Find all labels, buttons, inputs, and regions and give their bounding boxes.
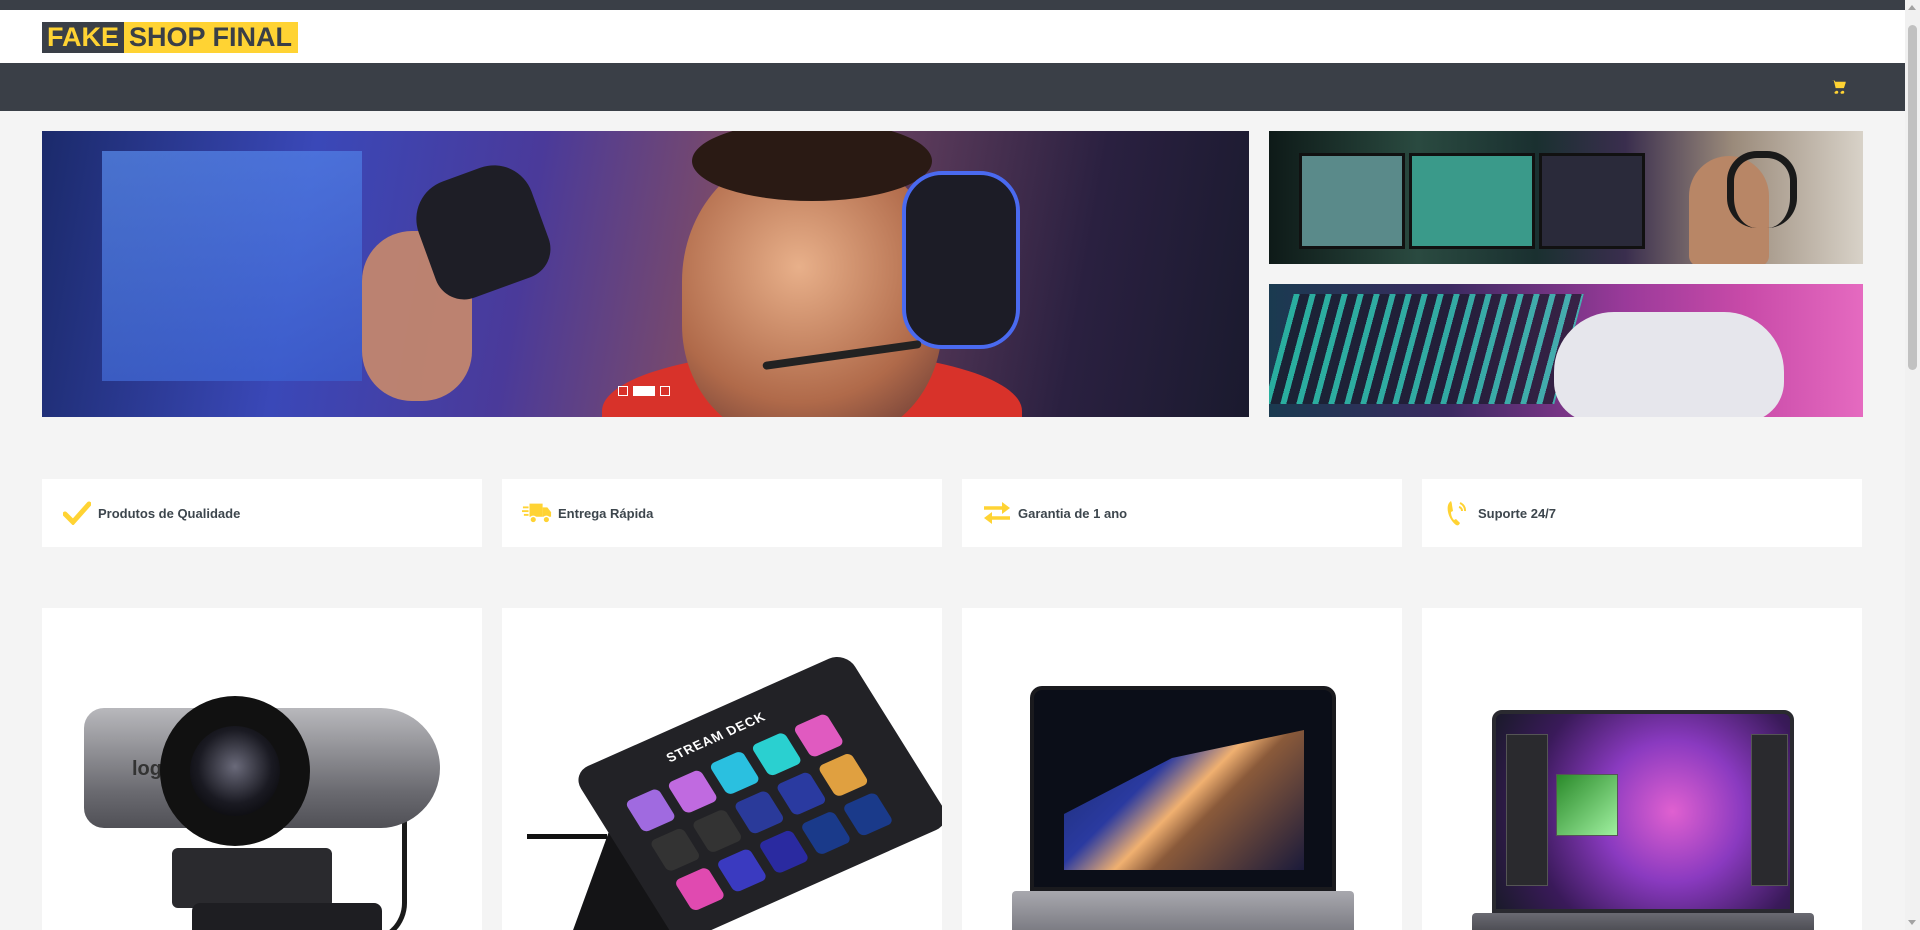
logo-part-fake: FAKE [42, 22, 125, 53]
feature-label: Entrega Rápida [558, 505, 654, 521]
feature-delivery: Entrega Rápida [502, 479, 942, 547]
feature-support: Suporte 24/7 [1422, 479, 1862, 547]
stream-deck-cable [527, 834, 607, 839]
features-row: Produtos de Qualidade Entrega Rápida Gar… [42, 479, 1862, 547]
webcam-stand [192, 903, 382, 930]
editor-panel [1751, 734, 1788, 886]
hero-background-window [102, 151, 362, 381]
keyboard-image [1269, 294, 1584, 404]
hero-headset-image [902, 171, 1020, 349]
product-card-stream-deck[interactable]: STREAM DECK [502, 608, 942, 930]
laptop-creative-image [1492, 710, 1794, 913]
feature-label: Suporte 24/7 [1478, 505, 1557, 521]
laptop-wallpaper [1064, 730, 1304, 870]
webcam-lens [190, 726, 280, 816]
carousel-dot-2[interactable] [633, 386, 655, 396]
feature-quality: Produtos de Qualidade [42, 479, 482, 547]
carousel-dot-1[interactable] [618, 386, 628, 396]
carousel-indicators [618, 386, 670, 396]
phone-volume-icon [1442, 498, 1472, 528]
monitor-image [1299, 153, 1405, 249]
laptop-keyboard-base [1012, 891, 1354, 930]
feature-label: Garantia de 1 ano [1018, 505, 1128, 521]
laptop-creative-base [1472, 913, 1814, 930]
gamepad-image [1554, 312, 1784, 417]
color-picker-panel [1556, 774, 1618, 836]
webcam-mount [172, 848, 332, 908]
shipping-fast-icon [522, 498, 552, 528]
side-banner-gamepad[interactable] [1269, 284, 1863, 417]
cart-icon[interactable] [1830, 78, 1848, 96]
carousel-dot-3[interactable] [660, 386, 670, 396]
top-strip [0, 0, 1905, 10]
main-navbar [0, 63, 1905, 111]
product-card-webcam[interactable]: logi [42, 608, 482, 930]
product-card-laptop[interactable] [962, 608, 1402, 930]
laptop-image [1030, 686, 1336, 891]
scroll-thumb[interactable] [1908, 25, 1917, 370]
editor-panel [1506, 734, 1548, 886]
monitor-image [1409, 153, 1535, 249]
product-card-laptop-creative[interactable] [1422, 608, 1862, 930]
feature-warranty: Garantia de 1 ano [962, 479, 1402, 547]
side-banner-streamer[interactable] [1269, 131, 1863, 264]
hero-carousel[interactable] [42, 131, 1249, 417]
monitor-image [1539, 153, 1645, 249]
feature-label: Produtos de Qualidade [98, 505, 241, 521]
page-scrollbar[interactable] [1905, 0, 1920, 930]
check-icon [62, 498, 92, 528]
logo-part-shop-final: SHOP FINAL [124, 22, 299, 53]
exchange-icon [982, 498, 1012, 528]
product-grid: logi STREAM DECK [42, 608, 1862, 930]
headphones-icon [1727, 151, 1797, 228]
site-logo[interactable]: FAKE SHOP FINAL [42, 22, 299, 53]
scroll-up-icon[interactable] [1908, 5, 1916, 10]
scroll-down-icon[interactable] [1908, 920, 1916, 925]
site-header: FAKE SHOP FINAL [0, 10, 1905, 63]
